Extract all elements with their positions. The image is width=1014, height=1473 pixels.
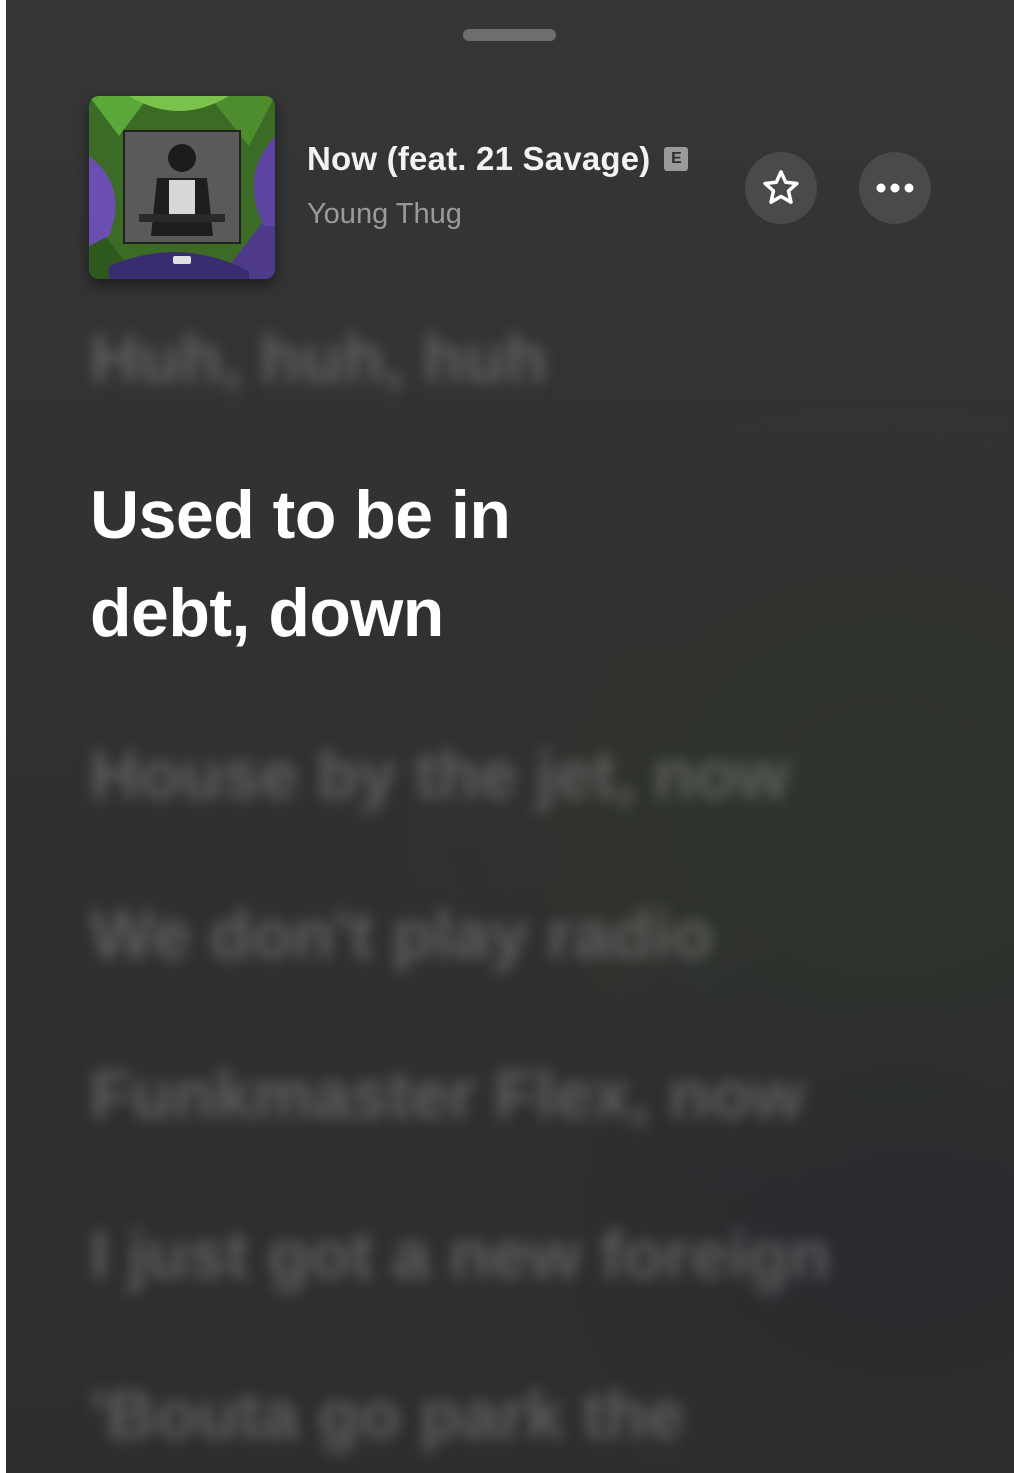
lyric-line[interactable]: Funkmaster Flex, now bbox=[90, 1046, 950, 1144]
star-icon bbox=[763, 170, 799, 204]
track-title-row: Now (feat. 21 Savage) E bbox=[307, 140, 689, 178]
ellipsis-icon bbox=[876, 183, 914, 193]
lyric-line-previous[interactable]: Huh, huh, huh bbox=[90, 310, 950, 408]
lyric-line[interactable]: 'Bouta go park the bbox=[90, 1366, 950, 1464]
lyrics-screen: Now (feat. 21 Savage) E Young Thug Huh, … bbox=[6, 0, 1014, 1473]
sheet-grabber-handle[interactable] bbox=[463, 29, 556, 41]
explicit-badge: E bbox=[664, 147, 689, 171]
song-title: Now (feat. 21 Savage) bbox=[307, 140, 651, 177]
lyric-line[interactable]: We don't play radio bbox=[90, 886, 950, 984]
more-options-button[interactable] bbox=[859, 152, 931, 224]
album-artwork-image bbox=[89, 96, 275, 279]
lyric-line[interactable]: House by the jet, now bbox=[90, 726, 950, 824]
album-artwork[interactable] bbox=[89, 96, 275, 279]
lyric-line[interactable]: I just got a new foreign bbox=[90, 1206, 950, 1304]
artist-name[interactable]: Young Thug bbox=[307, 198, 462, 231]
favorite-button[interactable] bbox=[745, 152, 817, 224]
lyric-line-current[interactable]: Used to be in debt, down bbox=[90, 466, 650, 662]
